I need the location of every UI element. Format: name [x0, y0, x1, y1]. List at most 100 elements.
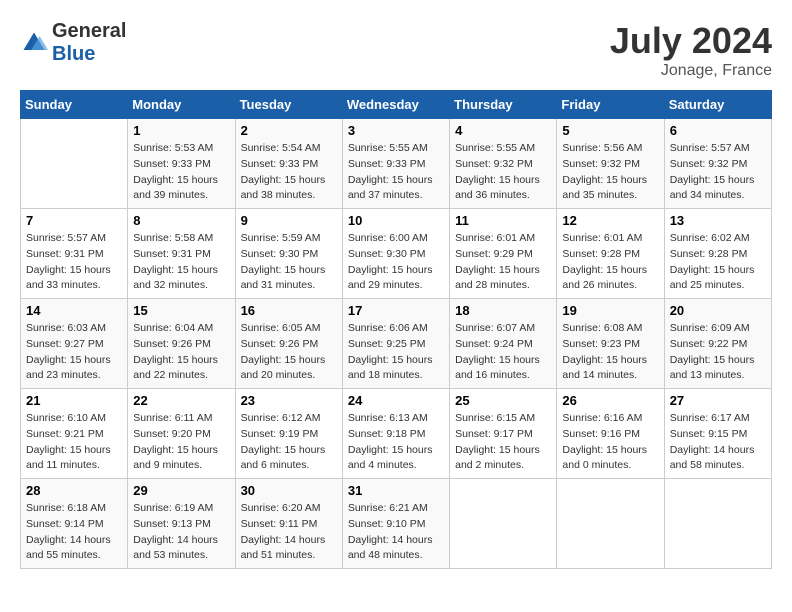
calendar-cell: 13 Sunrise: 6:02 AMSunset: 9:28 PMDaylig…	[664, 209, 771, 299]
day-info: Sunrise: 5:58 AMSunset: 9:31 PMDaylight:…	[133, 231, 229, 294]
logo-icon	[20, 29, 48, 57]
day-info: Sunrise: 5:59 AMSunset: 9:30 PMDaylight:…	[241, 231, 337, 294]
calendar-cell	[664, 479, 771, 569]
header-day-sunday: Sunday	[21, 91, 128, 119]
day-info: Sunrise: 6:08 AMSunset: 9:23 PMDaylight:…	[562, 321, 658, 384]
day-info: Sunrise: 5:55 AMSunset: 9:32 PMDaylight:…	[455, 141, 551, 204]
day-number: 13	[670, 213, 766, 228]
day-number: 31	[348, 483, 444, 498]
day-info: Sunrise: 6:13 AMSunset: 9:18 PMDaylight:…	[348, 411, 444, 474]
day-number: 18	[455, 303, 551, 318]
calendar-cell: 28 Sunrise: 6:18 AMSunset: 9:14 PMDaylig…	[21, 479, 128, 569]
day-number: 1	[133, 123, 229, 138]
calendar-cell: 31 Sunrise: 6:21 AMSunset: 9:10 PMDaylig…	[342, 479, 449, 569]
day-info: Sunrise: 6:03 AMSunset: 9:27 PMDaylight:…	[26, 321, 122, 384]
day-info: Sunrise: 5:56 AMSunset: 9:32 PMDaylight:…	[562, 141, 658, 204]
calendar-cell	[450, 479, 557, 569]
day-number: 24	[348, 393, 444, 408]
header-day-monday: Monday	[128, 91, 235, 119]
calendar-table: SundayMondayTuesdayWednesdayThursdayFrid…	[20, 90, 772, 569]
calendar-cell: 21 Sunrise: 6:10 AMSunset: 9:21 PMDaylig…	[21, 389, 128, 479]
day-number: 17	[348, 303, 444, 318]
calendar-cell: 12 Sunrise: 6:01 AMSunset: 9:28 PMDaylig…	[557, 209, 664, 299]
day-info: Sunrise: 6:02 AMSunset: 9:28 PMDaylight:…	[670, 231, 766, 294]
day-number: 2	[241, 123, 337, 138]
month-year: July 2024	[610, 20, 772, 62]
calendar-cell: 29 Sunrise: 6:19 AMSunset: 9:13 PMDaylig…	[128, 479, 235, 569]
day-info: Sunrise: 6:01 AMSunset: 9:29 PMDaylight:…	[455, 231, 551, 294]
logo-text: General Blue	[52, 20, 126, 66]
day-info: Sunrise: 6:01 AMSunset: 9:28 PMDaylight:…	[562, 231, 658, 294]
day-info: Sunrise: 5:55 AMSunset: 9:33 PMDaylight:…	[348, 141, 444, 204]
calendar-cell: 7 Sunrise: 5:57 AMSunset: 9:31 PMDayligh…	[21, 209, 128, 299]
calendar-cell	[21, 119, 128, 209]
calendar-cell: 16 Sunrise: 6:05 AMSunset: 9:26 PMDaylig…	[235, 299, 342, 389]
day-number: 29	[133, 483, 229, 498]
calendar-week-4: 21 Sunrise: 6:10 AMSunset: 9:21 PMDaylig…	[21, 389, 772, 479]
day-number: 28	[26, 483, 122, 498]
calendar-header-row: SundayMondayTuesdayWednesdayThursdayFrid…	[21, 91, 772, 119]
day-number: 3	[348, 123, 444, 138]
day-number: 9	[241, 213, 337, 228]
calendar-cell: 26 Sunrise: 6:16 AMSunset: 9:16 PMDaylig…	[557, 389, 664, 479]
calendar-cell: 27 Sunrise: 6:17 AMSunset: 9:15 PMDaylig…	[664, 389, 771, 479]
calendar-cell: 4 Sunrise: 5:55 AMSunset: 9:32 PMDayligh…	[450, 119, 557, 209]
day-info: Sunrise: 6:06 AMSunset: 9:25 PMDaylight:…	[348, 321, 444, 384]
calendar-cell: 20 Sunrise: 6:09 AMSunset: 9:22 PMDaylig…	[664, 299, 771, 389]
calendar-cell: 10 Sunrise: 6:00 AMSunset: 9:30 PMDaylig…	[342, 209, 449, 299]
day-info: Sunrise: 6:10 AMSunset: 9:21 PMDaylight:…	[26, 411, 122, 474]
day-number: 26	[562, 393, 658, 408]
day-info: Sunrise: 6:15 AMSunset: 9:17 PMDaylight:…	[455, 411, 551, 474]
calendar-cell: 22 Sunrise: 6:11 AMSunset: 9:20 PMDaylig…	[128, 389, 235, 479]
day-number: 10	[348, 213, 444, 228]
day-info: Sunrise: 6:18 AMSunset: 9:14 PMDaylight:…	[26, 501, 122, 564]
calendar-cell: 15 Sunrise: 6:04 AMSunset: 9:26 PMDaylig…	[128, 299, 235, 389]
day-info: Sunrise: 6:05 AMSunset: 9:26 PMDaylight:…	[241, 321, 337, 384]
day-number: 27	[670, 393, 766, 408]
day-number: 4	[455, 123, 551, 138]
calendar-cell: 6 Sunrise: 5:57 AMSunset: 9:32 PMDayligh…	[664, 119, 771, 209]
calendar-cell: 11 Sunrise: 6:01 AMSunset: 9:29 PMDaylig…	[450, 209, 557, 299]
day-number: 23	[241, 393, 337, 408]
header-day-friday: Friday	[557, 91, 664, 119]
location: Jonage, France	[610, 62, 772, 80]
header-day-tuesday: Tuesday	[235, 91, 342, 119]
calendar-cell: 18 Sunrise: 6:07 AMSunset: 9:24 PMDaylig…	[450, 299, 557, 389]
day-number: 30	[241, 483, 337, 498]
calendar-cell: 5 Sunrise: 5:56 AMSunset: 9:32 PMDayligh…	[557, 119, 664, 209]
day-number: 16	[241, 303, 337, 318]
calendar-week-5: 28 Sunrise: 6:18 AMSunset: 9:14 PMDaylig…	[21, 479, 772, 569]
day-info: Sunrise: 6:21 AMSunset: 9:10 PMDaylight:…	[348, 501, 444, 564]
day-info: Sunrise: 6:17 AMSunset: 9:15 PMDaylight:…	[670, 411, 766, 474]
calendar-cell: 19 Sunrise: 6:08 AMSunset: 9:23 PMDaylig…	[557, 299, 664, 389]
day-info: Sunrise: 6:16 AMSunset: 9:16 PMDaylight:…	[562, 411, 658, 474]
day-number: 25	[455, 393, 551, 408]
day-number: 8	[133, 213, 229, 228]
day-number: 22	[133, 393, 229, 408]
day-info: Sunrise: 6:00 AMSunset: 9:30 PMDaylight:…	[348, 231, 444, 294]
header-day-thursday: Thursday	[450, 91, 557, 119]
day-number: 15	[133, 303, 229, 318]
day-info: Sunrise: 5:57 AMSunset: 9:32 PMDaylight:…	[670, 141, 766, 204]
day-info: Sunrise: 6:19 AMSunset: 9:13 PMDaylight:…	[133, 501, 229, 564]
day-info: Sunrise: 5:54 AMSunset: 9:33 PMDaylight:…	[241, 141, 337, 204]
title-block: July 2024 Jonage, France	[610, 20, 772, 80]
day-number: 6	[670, 123, 766, 138]
header-day-saturday: Saturday	[664, 91, 771, 119]
day-info: Sunrise: 6:20 AMSunset: 9:11 PMDaylight:…	[241, 501, 337, 564]
calendar-cell: 3 Sunrise: 5:55 AMSunset: 9:33 PMDayligh…	[342, 119, 449, 209]
calendar-cell: 30 Sunrise: 6:20 AMSunset: 9:11 PMDaylig…	[235, 479, 342, 569]
calendar-week-3: 14 Sunrise: 6:03 AMSunset: 9:27 PMDaylig…	[21, 299, 772, 389]
calendar-cell: 24 Sunrise: 6:13 AMSunset: 9:18 PMDaylig…	[342, 389, 449, 479]
day-number: 21	[26, 393, 122, 408]
day-number: 11	[455, 213, 551, 228]
calendar-cell: 25 Sunrise: 6:15 AMSunset: 9:17 PMDaylig…	[450, 389, 557, 479]
day-info: Sunrise: 6:12 AMSunset: 9:19 PMDaylight:…	[241, 411, 337, 474]
calendar-cell	[557, 479, 664, 569]
logo: General Blue	[20, 20, 126, 66]
calendar-cell: 17 Sunrise: 6:06 AMSunset: 9:25 PMDaylig…	[342, 299, 449, 389]
calendar-week-2: 7 Sunrise: 5:57 AMSunset: 9:31 PMDayligh…	[21, 209, 772, 299]
day-number: 20	[670, 303, 766, 318]
calendar-cell: 2 Sunrise: 5:54 AMSunset: 9:33 PMDayligh…	[235, 119, 342, 209]
day-number: 14	[26, 303, 122, 318]
